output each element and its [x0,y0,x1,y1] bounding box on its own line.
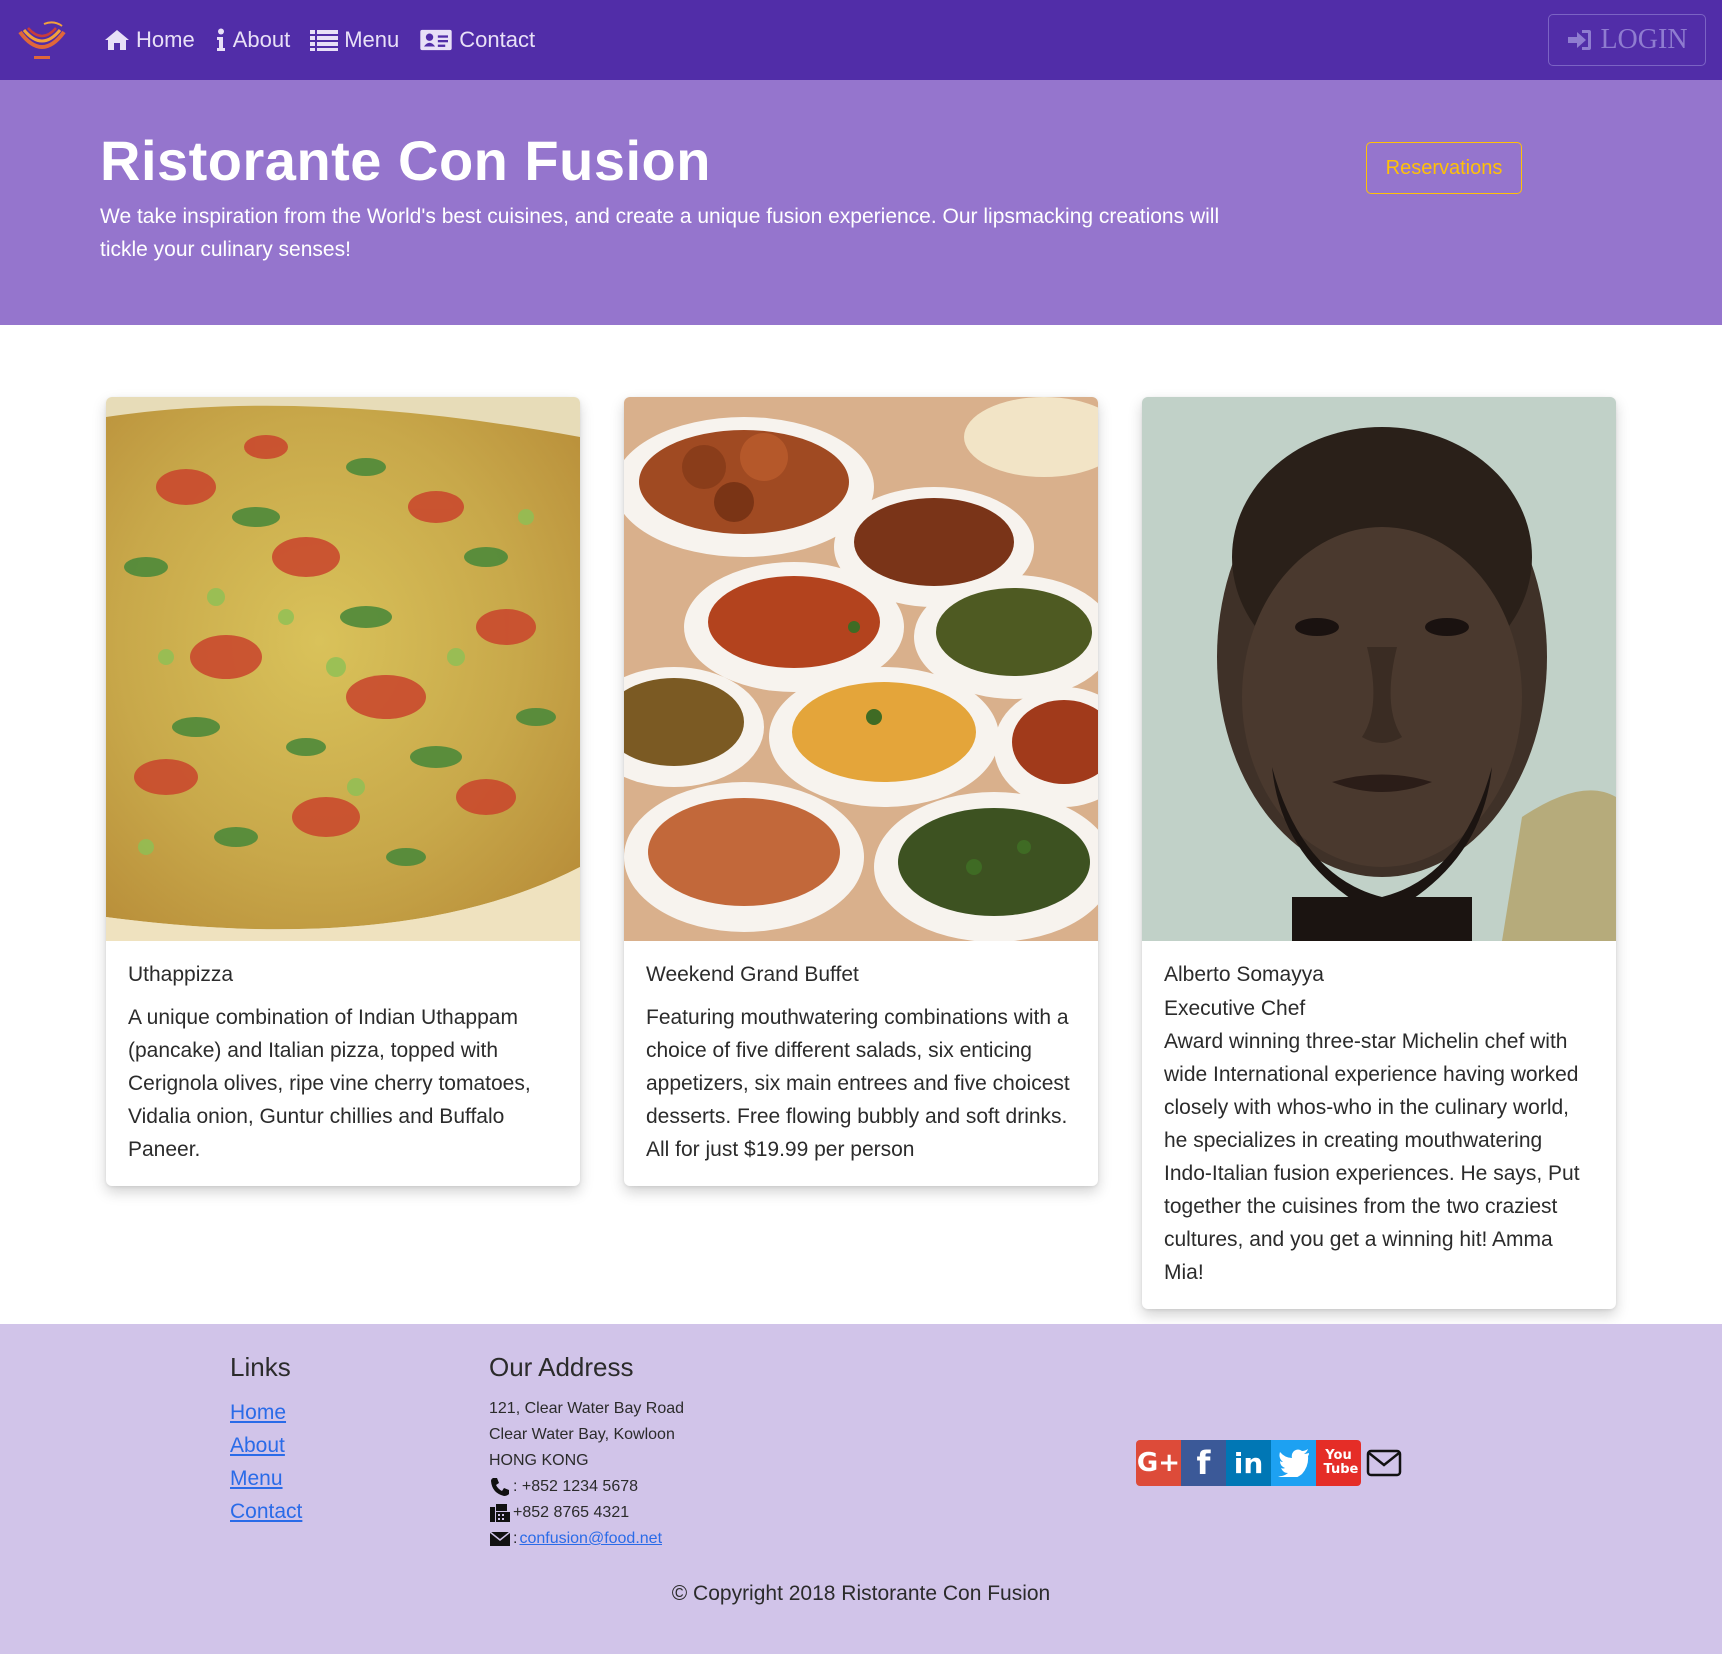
fax-row: +852 8765 4321 [489,1500,684,1526]
phone-number: : +852 1234 5678 [513,1478,639,1495]
nav-item-menu[interactable]: Menu [310,27,399,53]
logo-icon [18,21,66,59]
address-line: 121, Clear Water Bay Road [489,1400,685,1417]
buffet-image [624,397,1098,941]
address-line: HONG KONG [489,1452,589,1469]
phone-icon [491,1478,509,1496]
card-body: Weekend Grand Buffet Featuring mouthwate… [624,941,1098,1186]
youtube-button[interactable]: You Tube [1316,1440,1361,1486]
address-heading: Our Address [489,1352,634,1382]
linkedin-button[interactable]: in [1226,1440,1271,1486]
sign-in-icon [1568,30,1592,50]
navbar: Home About Menu Contact LOGIN [0,0,1722,80]
google-plus-button[interactable]: G+ [1136,1440,1181,1486]
facebook-icon: f [1196,1444,1211,1482]
nav-item-home[interactable]: Home [104,27,195,53]
footer: Links Home About Menu Contact Our Addres… [0,1324,1722,1654]
reservations-button[interactable]: Reservations [1366,142,1522,194]
nav-item-label: About [232,27,291,52]
nav-links: Home About Menu Contact [104,0,535,80]
login-button[interactable]: LOGIN [1548,14,1706,66]
card-body: Alberto Somayya Executive Chef Award win… [1142,941,1616,1309]
card-title: Weekend Grand Buffet [646,963,859,986]
card-text: Award winning three-star Michelin chef w… [1164,1030,1580,1284]
login-label: LOGIN [1600,24,1688,55]
youtube-icon: You Tube [1323,1448,1359,1477]
envelope-icon [489,1531,511,1546]
social-links: G+ f in You Tube [1136,1440,1406,1486]
twitter-icon [1277,1449,1309,1477]
email-prefix: : [513,1530,518,1547]
footer-links: Home About Menu Contact [230,1396,302,1528]
email-row: : confusion@food.net [489,1526,684,1552]
mail-icon [1366,1449,1401,1477]
footer-link-menu[interactable]: Menu [230,1462,302,1495]
nav-item-label: Contact [459,27,536,52]
phone-row: : +852 1234 5678 [489,1474,684,1500]
links-heading: Links [230,1352,291,1382]
footer-link-home[interactable]: Home [230,1396,302,1429]
footer-link-about[interactable]: About [230,1429,302,1462]
nav-item-label: Home [136,27,195,52]
fax-number: +852 8765 4321 [513,1504,630,1521]
card-weekend-buffet: Weekend Grand Buffet Featuring mouthwate… [624,397,1098,1186]
copyright: © Copyright 2018 Ristorante Con Fusion [671,1582,1051,1605]
address-card-icon [420,29,452,51]
logo[interactable] [14,18,70,64]
card-title: Alberto Somayya [1164,963,1324,986]
jumbotron-description: We take inspiration from the World's bes… [100,205,1220,261]
home-icon [105,30,129,50]
card-subtitle: Executive Chef [1164,997,1306,1020]
google-plus-icon: G+ [1136,1448,1181,1478]
facebook-button[interactable]: f [1181,1440,1226,1486]
chef-photo [1142,397,1616,941]
nav-item-label: Menu [344,27,400,52]
nav-item-about[interactable]: About [215,27,291,53]
nav-item-contact[interactable]: Contact [419,27,535,53]
card-body: Uthappizza A unique combination of India… [106,941,580,1186]
card-executive-chef: Alberto Somayya Executive Chef Award win… [1142,397,1616,1309]
email-link[interactable]: confusion@food.net [519,1526,662,1552]
card-title: Uthappizza [128,963,234,986]
jumbotron: Ristorante Con Fusion We take inspiratio… [0,80,1722,325]
page-title: Ristorante Con Fusion [100,129,711,192]
mail-button[interactable] [1361,1440,1406,1486]
fax-icon [490,1504,510,1522]
card-uthappizza: Uthappizza A unique combination of India… [106,397,580,1186]
footer-link-contact[interactable]: Contact [230,1495,302,1528]
info-icon [216,28,225,51]
linkedin-icon: in [1233,1446,1264,1480]
twitter-button[interactable] [1271,1440,1316,1486]
list-icon [310,30,339,51]
pizza-image [106,397,580,941]
card-text: Featuring mouthwatering combinations wit… [646,1006,1070,1161]
address-line: Clear Water Bay, Kowloon [489,1426,675,1443]
address-block: 121, Clear Water Bay Road Clear Water Ba… [489,1396,684,1552]
card-text: A unique combination of Indian Uthappam … [128,1006,531,1161]
